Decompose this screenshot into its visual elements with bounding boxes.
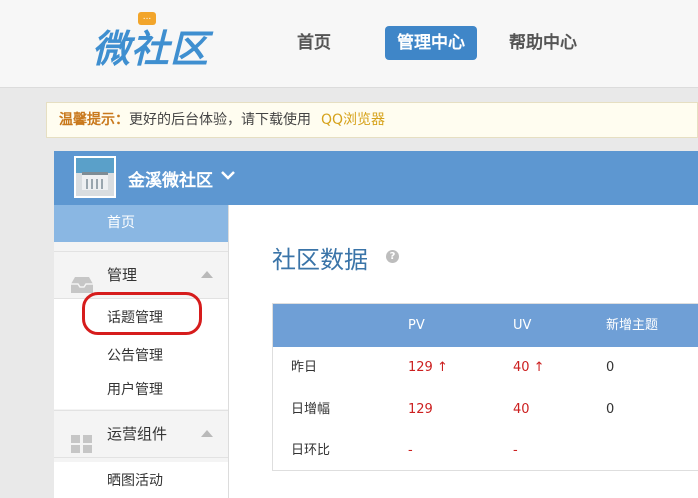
page-title: 社区数据 bbox=[272, 246, 368, 274]
main-content: 社区数据 ? PV UV 新增主题 昨日 129 ↑ 40 ↑ 0 日增幅 12… bbox=[229, 205, 698, 498]
tip-label: 温馨提示： bbox=[59, 112, 129, 128]
community-avatar bbox=[74, 156, 116, 198]
table-row: 日环比 - - bbox=[273, 430, 698, 472]
sidebar-group-label: 管理 bbox=[107, 266, 138, 284]
inbox-icon bbox=[70, 266, 94, 293]
sidebar-group-manage[interactable]: 管理 bbox=[54, 251, 228, 299]
sidebar-group-label: 运营组件 bbox=[107, 425, 168, 443]
logo[interactable]: 微社区 bbox=[92, 18, 209, 73]
sidebar: 首页 管理 话题管理 公告管理 用户管理 运营组件 晒图活动 bbox=[54, 205, 229, 498]
community-header: 金溪微社区 bbox=[54, 151, 698, 205]
tip-bar: 温馨提示：更好的后台体验，请下载使用 QQ浏览器 bbox=[46, 102, 698, 138]
new-topics-value: 0 bbox=[606, 360, 615, 375]
nav-home[interactable]: 首页 bbox=[297, 26, 331, 60]
pv-value: 129 ↑ bbox=[408, 360, 448, 375]
grid-icon bbox=[70, 425, 94, 453]
row-label: 昨日 bbox=[291, 360, 318, 375]
sidebar-item-photo-activity[interactable]: 晒图活动 bbox=[54, 462, 228, 498]
column-header-uv: UV bbox=[513, 318, 532, 333]
collapse-caret-icon[interactable] bbox=[201, 271, 213, 278]
uv-value: 40 bbox=[513, 402, 530, 417]
sidebar-item-topic-management[interactable]: 话题管理 bbox=[54, 299, 228, 337]
chevron-down-icon[interactable] bbox=[221, 168, 235, 184]
sidebar-item-announcement-management[interactable]: 公告管理 bbox=[54, 337, 228, 375]
sidebar-item-home[interactable]: 首页 bbox=[54, 205, 228, 242]
stats-table: PV UV 新增主题 昨日 129 ↑ 40 ↑ 0 日增幅 129 40 0 … bbox=[272, 303, 698, 471]
pv-value: 129 bbox=[408, 402, 433, 417]
uv-value: - bbox=[513, 443, 518, 458]
top-header: 微社区 ... 首页 管理中心 帮助中心 bbox=[0, 0, 698, 88]
community-name[interactable]: 金溪微社区 bbox=[128, 166, 213, 191]
column-header-pv: PV bbox=[408, 318, 425, 333]
nav-management-center[interactable]: 管理中心 bbox=[385, 26, 477, 60]
collapse-caret-icon[interactable] bbox=[201, 430, 213, 437]
new-topics-value: 0 bbox=[606, 402, 615, 417]
column-header-new-topics: 新增主题 bbox=[606, 318, 659, 333]
sidebar-group-operations[interactable]: 运营组件 bbox=[54, 410, 228, 458]
pv-value: - bbox=[408, 443, 413, 458]
row-label: 日增幅 bbox=[291, 402, 331, 417]
sidebar-item-user-management[interactable]: 用户管理 bbox=[54, 371, 228, 409]
table-row: 昨日 129 ↑ 40 ↑ 0 bbox=[273, 347, 698, 389]
uv-value: 40 ↑ bbox=[513, 360, 545, 375]
tip-text: 更好的后台体验，请下载使用 bbox=[129, 112, 311, 128]
table-header: PV UV 新增主题 bbox=[273, 304, 698, 347]
row-label: 日环比 bbox=[291, 443, 331, 458]
help-icon[interactable]: ? bbox=[386, 250, 399, 263]
table-row: 日增幅 129 40 0 bbox=[273, 389, 698, 431]
logo-chat-icon: ... bbox=[138, 12, 156, 25]
nav-help-center[interactable]: 帮助中心 bbox=[509, 26, 577, 60]
qq-browser-link[interactable]: QQ浏览器 bbox=[321, 112, 385, 128]
